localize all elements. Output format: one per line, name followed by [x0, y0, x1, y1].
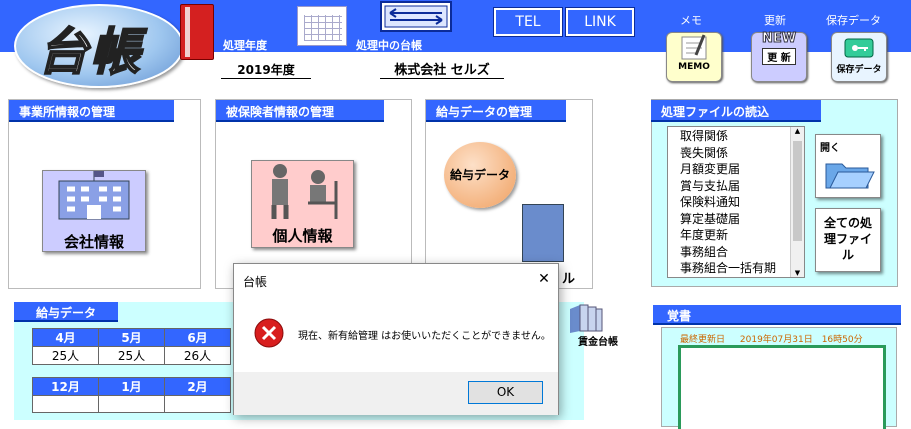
- file-list-item[interactable]: 喪失関係: [680, 145, 804, 162]
- update-icon-text: 更 新: [762, 48, 796, 65]
- file-list-item[interactable]: 事務組合: [680, 244, 804, 261]
- update-button[interactable]: NEW 更 新: [751, 31, 807, 82]
- current-ledger-label: 処理中の台帳: [356, 39, 422, 52]
- binder-icon: [522, 204, 564, 262]
- open-button[interactable]: 開く: [815, 134, 881, 198]
- error-dialog: 台帳 ✕ 現在、新有給管理 はお使いいただくことができません。 OK: [233, 263, 559, 415]
- swap-arrows-button[interactable]: [380, 1, 452, 32]
- month-cell: 5月: [98, 328, 165, 347]
- file-list-item[interactable]: 年度更新: [680, 227, 804, 244]
- office-building-icon: [58, 171, 130, 220]
- new-badge: NEW: [761, 31, 797, 47]
- count-cell[interactable]: [32, 395, 99, 413]
- memo-panel-title: 覚書: [653, 305, 901, 325]
- last-updated-value: 2019年07月31日 16時50分: [739, 335, 863, 345]
- link-button[interactable]: LINK: [565, 7, 635, 37]
- save-data-label: 保存データ: [826, 14, 881, 27]
- insured-panel-title: 被保険者情報の管理: [216, 100, 384, 122]
- office-panel: 事業所情報の管理 会社情報: [8, 99, 201, 289]
- company-info-button[interactable]: 会社情報: [42, 170, 146, 252]
- dialog-title: 台帳: [243, 275, 268, 289]
- month-cell: 1月: [98, 377, 165, 396]
- salary-panel-partial-label: ル: [562, 272, 576, 287]
- salary-row2-table: 12月 1月 2月: [32, 377, 231, 413]
- app-logo: 台帳: [14, 4, 184, 88]
- count-cell[interactable]: [164, 395, 231, 413]
- salary-data-title: 給与データ: [14, 302, 118, 322]
- file-list-item[interactable]: 取得関係: [680, 128, 804, 145]
- fiscal-year-label: 処理年度: [223, 39, 267, 52]
- month-cell: 2月: [164, 377, 231, 396]
- save-data-button[interactable]: 保存データ: [831, 32, 887, 82]
- current-ledger-value: 株式会社 セルズ: [380, 59, 504, 79]
- salary-row1-table: 4月 5月 6月 25人 25人 26人: [32, 328, 231, 365]
- salary-data-button[interactable]: 給与データ: [444, 142, 516, 208]
- file-list-item[interactable]: 算定基礎届: [680, 211, 804, 228]
- file-list-item[interactable]: 月額変更届: [680, 161, 804, 178]
- fiscal-year-value: 2019年度: [221, 61, 311, 79]
- dialog-ok-button[interactable]: OK: [468, 381, 543, 404]
- dialog-close-button[interactable]: ✕: [532, 268, 556, 290]
- month-cell: 4月: [32, 328, 99, 347]
- file-list[interactable]: 取得関係 喪失関係 月額変更届 賞与支払届 保険料通知 算定基礎届 年度更新 事務組合 事務組合…: [667, 126, 805, 278]
- insured-panel: 被保険者情報の管理 個人情報: [215, 99, 412, 289]
- file-list-item[interactable]: 保険料通知: [680, 194, 804, 211]
- memo-text-area[interactable]: [678, 345, 886, 429]
- calendar-icon[interactable]: [297, 6, 347, 46]
- month-cell: 6月: [164, 328, 231, 347]
- dialog-message: 現在、新有給管理 はお使いいただくことができません。: [298, 331, 551, 342]
- file-list-scrollbar[interactable]: ▲ ▼: [790, 127, 804, 277]
- memo-label: メモ: [680, 14, 702, 27]
- scroll-up-icon: ▲: [794, 127, 801, 135]
- swap-arrows-icon: [384, 5, 448, 28]
- file-list-item[interactable]: 事務組合一括有期: [680, 260, 804, 277]
- all-files-button[interactable]: 全ての処理ファイル: [815, 208, 881, 272]
- last-updated-label: 最終更新日: [680, 335, 726, 345]
- wage-ledger-label[interactable]: 賃金台帳: [578, 333, 618, 348]
- memo-panel: 覚書 最終更新日 2019年07月31日 16時50分: [653, 305, 905, 429]
- memo-button[interactable]: MEMO: [666, 32, 722, 82]
- update-label: 更新: [764, 14, 786, 27]
- red-book-icon: [180, 4, 214, 60]
- count-cell[interactable]: 26人: [164, 346, 231, 365]
- file-panel: 処理ファイルの読込 取得関係 喪失関係 月額変更届 賞与支払届 保険料通知 算定基礎届 年度…: [651, 99, 898, 287]
- personal-info-button[interactable]: 個人情報: [251, 160, 354, 248]
- count-cell[interactable]: [98, 395, 165, 413]
- wage-ledger-icon[interactable]: [566, 303, 606, 333]
- error-icon: [254, 318, 284, 348]
- salary-panel: 給与データの管理 給与データ ル: [425, 99, 593, 289]
- scroll-down-icon: ▼: [794, 269, 801, 277]
- month-cell: 12月: [32, 377, 99, 396]
- count-cell[interactable]: 25人: [98, 346, 165, 365]
- salary-panel-title: 給与データの管理: [426, 100, 566, 122]
- file-list-item[interactable]: 賞与支払届: [680, 178, 804, 195]
- memo-pad-icon: [681, 34, 707, 60]
- file-panel-title: 処理ファイルの読込: [651, 100, 821, 122]
- tel-button[interactable]: TEL: [493, 7, 563, 37]
- open-folder-icon: [825, 163, 875, 189]
- count-cell[interactable]: 25人: [32, 346, 99, 365]
- office-panel-title: 事業所情報の管理: [9, 100, 174, 122]
- key-case-icon: [844, 38, 874, 58]
- people-icon: [271, 164, 337, 219]
